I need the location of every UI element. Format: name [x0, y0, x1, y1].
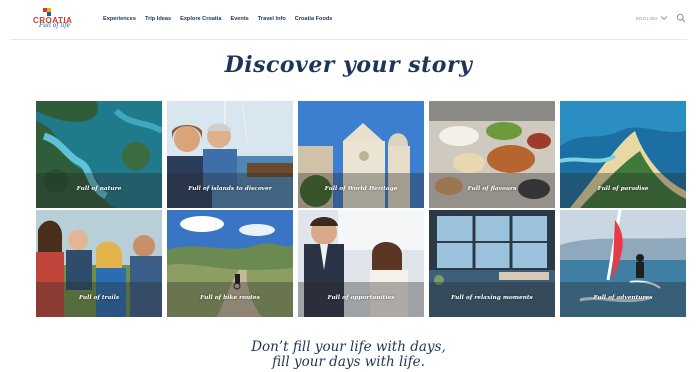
- search-icon[interactable]: [676, 13, 686, 23]
- tagline-line-1: Don’t fill your life with days,: [251, 339, 446, 355]
- logo-tagline: Full of life: [39, 22, 71, 29]
- croatia-logo[interactable]: CROATIA Full of life: [33, 8, 77, 35]
- site-header: CROATIA Full of life Experiences Trip Id…: [0, 0, 697, 40]
- tile-world-heritage[interactable]: Full of World Heritage: [298, 101, 424, 208]
- story-grid: Full of nature Full of islands to discov…: [36, 101, 688, 317]
- tile-bike-routes[interactable]: Full of bike routes: [167, 210, 293, 317]
- tile-trails[interactable]: Full of trails: [36, 210, 162, 317]
- nav-item-explore-croatia[interactable]: Explore Croatia: [180, 16, 221, 22]
- nav-item-travel-info[interactable]: Travel Info: [258, 16, 286, 22]
- nav-item-experiences[interactable]: Experiences: [103, 16, 136, 22]
- page-title: Discover your story: [224, 52, 473, 78]
- tile-label: Full of opportunities: [327, 295, 395, 301]
- language-selector[interactable]: ENGLISH: [636, 16, 658, 21]
- tile-label: Full of relaxing moments: [451, 295, 533, 301]
- footer-tagline: Don’t fill your life with days, fill you…: [0, 340, 697, 370]
- tile-label: Full of flavours: [467, 186, 517, 192]
- tagline-line-2: fill your days with life.: [272, 354, 425, 370]
- nav-item-croatia-foods[interactable]: Croatia Foods: [295, 16, 333, 22]
- nav-item-trip-ideas[interactable]: Trip Ideas: [145, 16, 171, 22]
- main-nav: Experiences Trip Ideas Explore Croatia E…: [103, 16, 332, 22]
- header-divider: [10, 39, 687, 40]
- tile-label: Full of bike routes: [200, 295, 260, 301]
- nav-item-events[interactable]: Events: [230, 16, 248, 22]
- tile-label: Full of islands to discover: [188, 186, 272, 192]
- logo-squares-icon: [43, 8, 53, 16]
- tile-relaxing-moments[interactable]: Full of relaxing moments: [429, 210, 555, 317]
- tile-label: Full of adventures: [593, 295, 653, 301]
- tile-nature[interactable]: Full of nature: [36, 101, 162, 208]
- tile-label: Full of World Heritage: [324, 186, 398, 192]
- tile-opportunities[interactable]: Full of opportunities: [298, 210, 424, 317]
- chevron-down-icon[interactable]: [660, 14, 668, 22]
- tile-islands[interactable]: Full of islands to discover: [167, 101, 293, 208]
- tile-label: Full of trails: [78, 295, 120, 301]
- tile-paradise[interactable]: Full of paradise: [560, 101, 686, 208]
- tile-adventures[interactable]: Full of adventures: [560, 210, 686, 317]
- tile-flavours[interactable]: Full of flavours: [429, 101, 555, 208]
- tile-label: Full of paradise: [597, 186, 649, 192]
- tile-label: Full of nature: [76, 186, 122, 192]
